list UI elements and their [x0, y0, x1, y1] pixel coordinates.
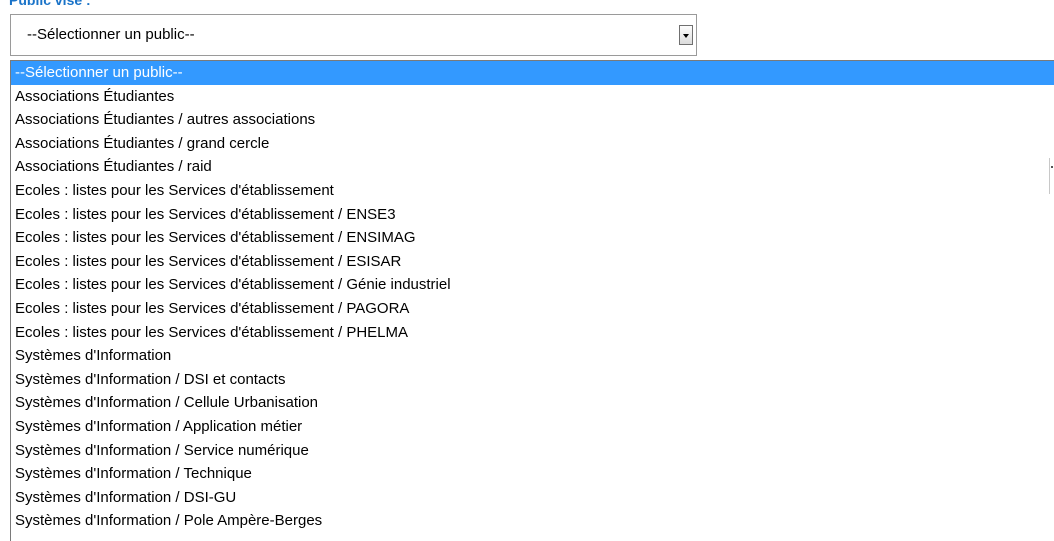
option-item[interactable]: Systèmes d'Information / DSI-GU [11, 486, 1054, 510]
option-item[interactable]: Ecoles : listes pour les Services d'étab… [11, 297, 1054, 321]
option-item[interactable]: Ecoles : listes pour les Services d'étab… [11, 273, 1054, 297]
scrollbar-edge[interactable] [1049, 158, 1054, 194]
dropdown-arrow-icon[interactable] [679, 25, 693, 45]
public-select[interactable]: --Sélectionner un public-- [10, 14, 697, 56]
option-item[interactable]: Systèmes d'Information / Technique [11, 462, 1054, 486]
option-item[interactable]: --Sélectionner un public-- [11, 61, 1054, 85]
option-item[interactable]: Ecoles : listes pour les Services d'étab… [11, 226, 1054, 250]
option-item[interactable]: Associations Étudiantes [11, 85, 1054, 109]
option-item[interactable]: Systèmes d'Information / Cellule Urbanis… [11, 391, 1054, 415]
select-current-value: --Sélectionner un public-- [27, 26, 195, 43]
option-item[interactable]: Systèmes d'Information / Pole Ampère-Ber… [11, 509, 1054, 533]
option-item[interactable]: Associations Étudiantes / raid [11, 155, 1054, 179]
option-item[interactable]: Ecoles : listes pour les Services d'étab… [11, 321, 1054, 345]
option-item[interactable]: Systèmes d'Information / DSI et contacts [11, 368, 1054, 392]
option-item[interactable]: Associations Étudiantes / autres associa… [11, 108, 1054, 132]
option-item[interactable]: Ecoles : listes pour les Services d'étab… [11, 179, 1054, 203]
option-item[interactable]: Systèmes d'Information / Service numériq… [11, 439, 1054, 463]
option-item[interactable]: Ecoles : listes pour les Services d'étab… [11, 250, 1054, 274]
option-item[interactable]: Ecoles : listes pour les Services d'étab… [11, 203, 1054, 227]
option-item[interactable]: Associations Étudiantes / grand cercle [11, 132, 1054, 156]
option-item[interactable]: Systèmes d'Information / Application mét… [11, 415, 1054, 439]
option-item[interactable]: Systèmes d'Information [11, 344, 1054, 368]
dropdown-options-list[interactable]: --Sélectionner un public-- Associations … [10, 60, 1054, 541]
field-label: Public visé : [9, 0, 91, 8]
